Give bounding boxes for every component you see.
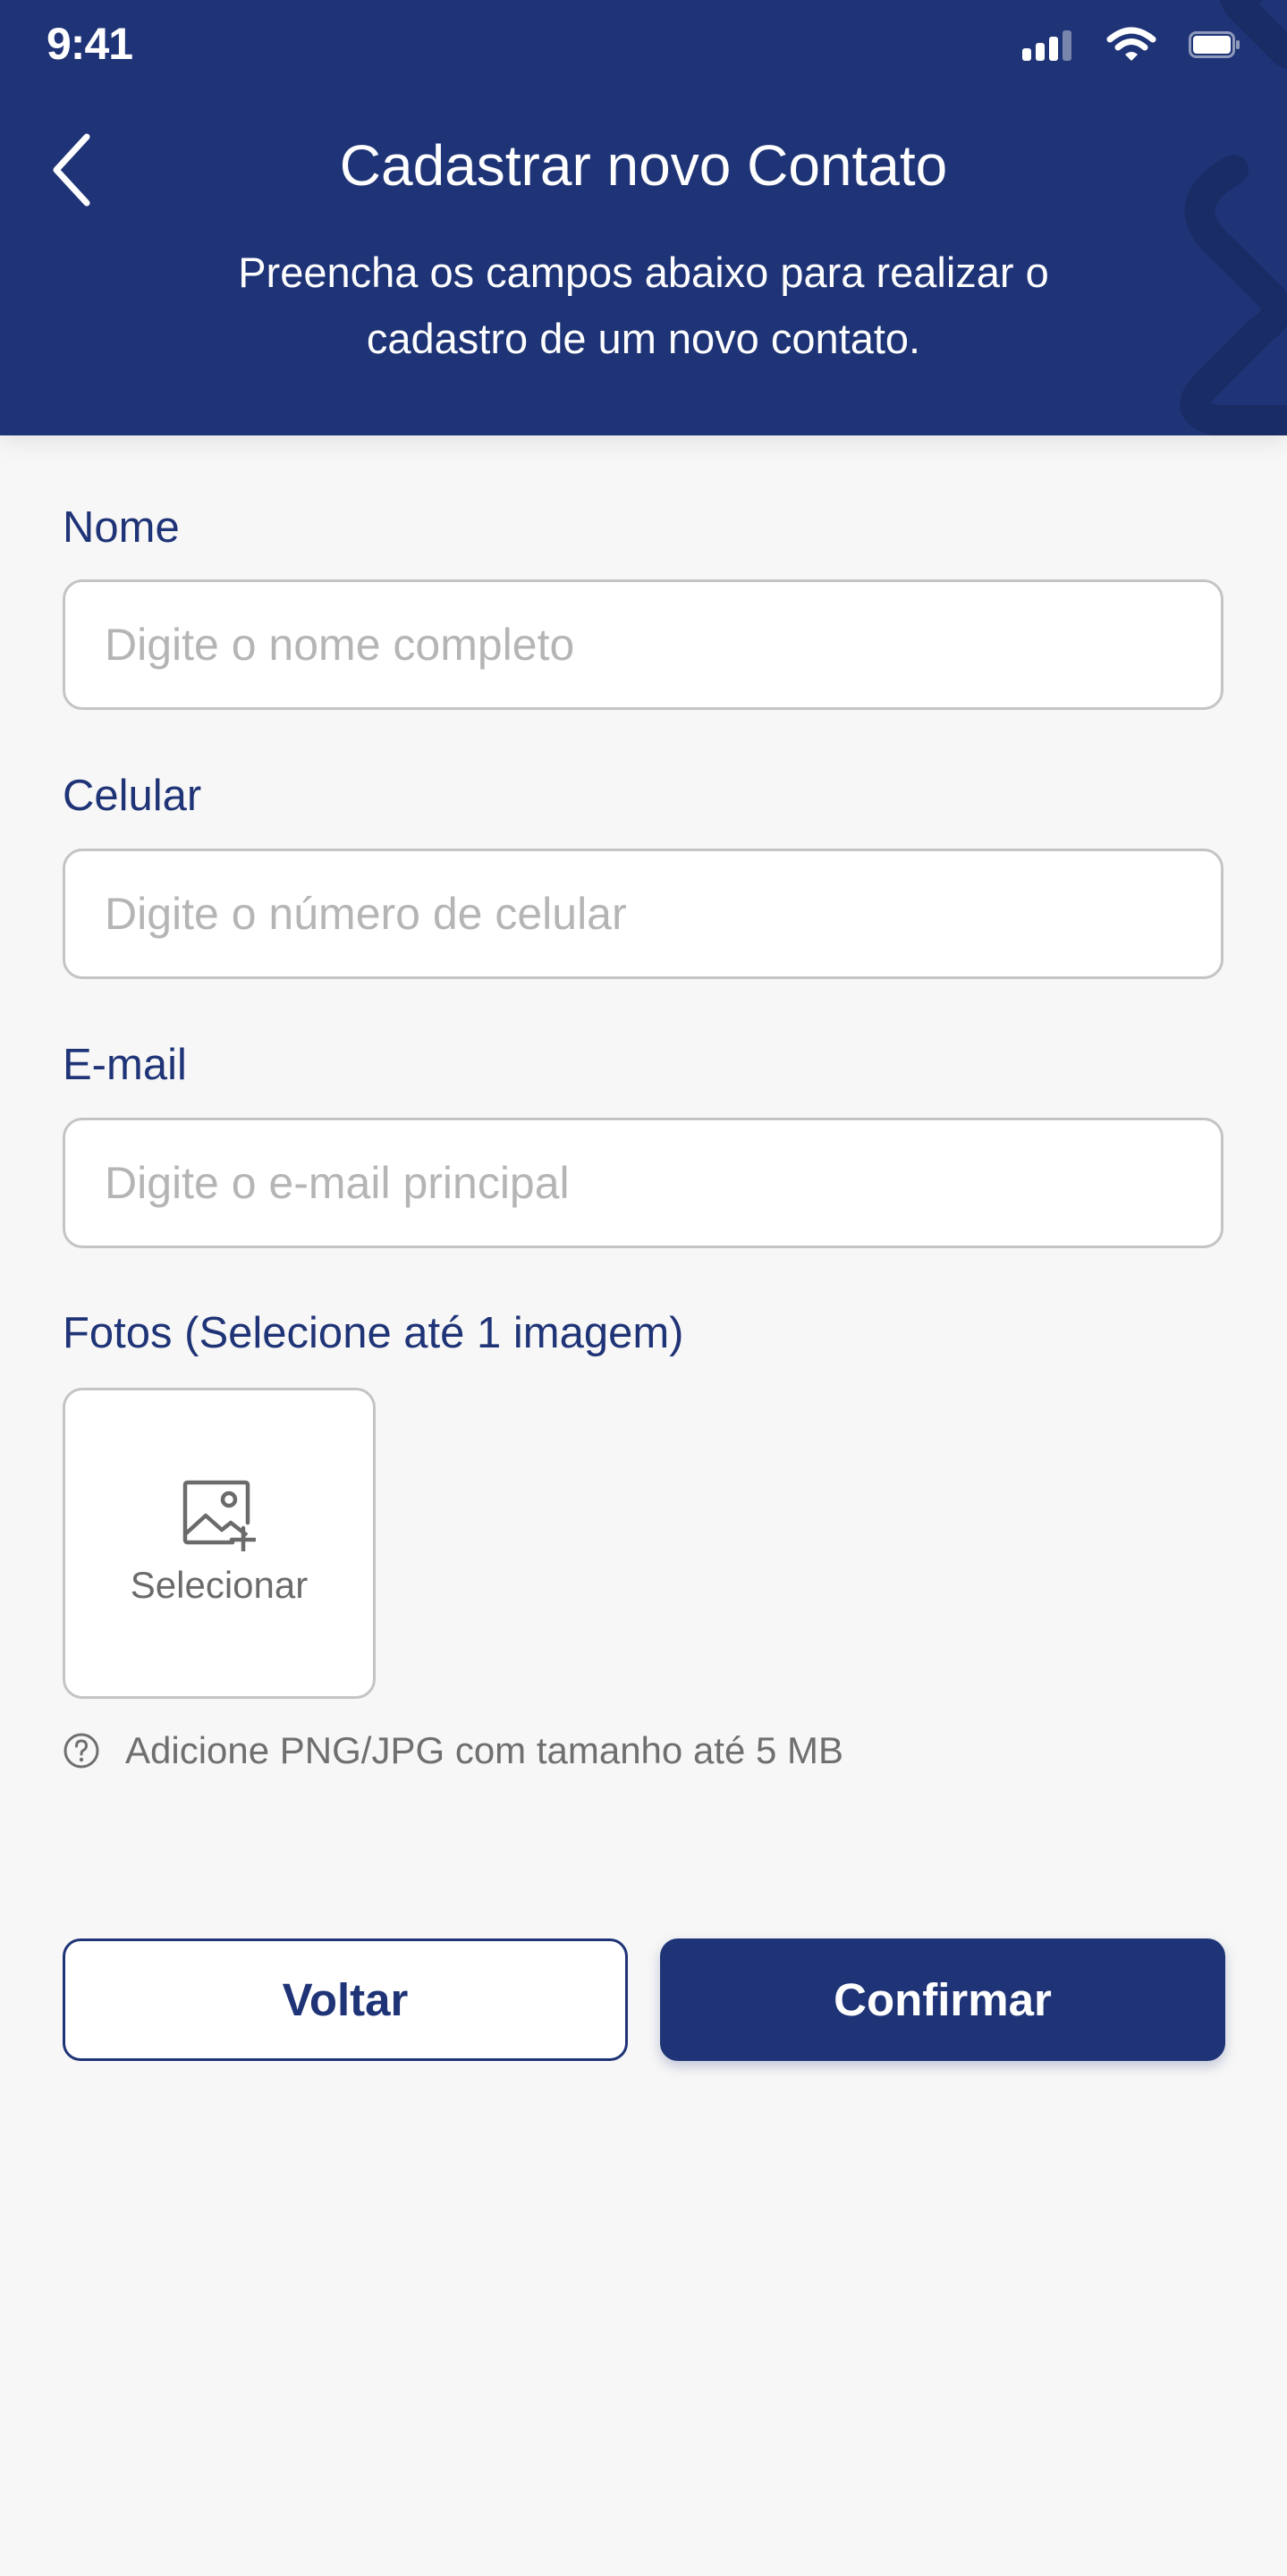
- question-circle-icon: [64, 1733, 99, 1769]
- page-subtitle: Preencha os campos abaixo para realizar …: [238, 249, 1049, 362]
- status-icons: [1022, 27, 1240, 63]
- battery-icon: [1189, 31, 1240, 58]
- register-contact-screen: 9:41 Cadastrar novo Contato Preencha os …: [0, 0, 1287, 2576]
- add-image-icon: [182, 1480, 256, 1551]
- select-photo-label: Selecionar: [130, 1564, 309, 1606]
- name-label: Nome: [63, 503, 180, 552]
- email-label: E-mail: [63, 1041, 187, 1089]
- photo-hint-text: Adicione PNG/JPG com tamanho até 5 MB: [125, 1729, 844, 1771]
- email-input[interactable]: [63, 1118, 1223, 1248]
- photos-label: Fotos (Selecione até 1 imagem): [63, 1309, 684, 1357]
- header: 9:41 Cadastrar novo Contato Preencha os …: [0, 0, 1287, 435]
- page-title: Cadastrar novo Contato: [339, 133, 948, 198]
- signal-icon: [1022, 30, 1071, 61]
- confirmar-button[interactable]: Confirmar: [660, 1938, 1225, 2061]
- voltar-button[interactable]: Voltar: [63, 1938, 628, 2061]
- name-input[interactable]: [63, 579, 1223, 710]
- select-photo-button[interactable]: Selecionar: [63, 1388, 376, 1699]
- phone-label: Celular: [63, 772, 202, 820]
- status-time: 9:41: [47, 19, 133, 69]
- status-bar: 9:41: [0, 0, 1287, 89]
- phone-input[interactable]: [63, 849, 1223, 979]
- photo-hint: Adicione PNG/JPG com tamanho até 5 MB: [63, 1729, 843, 1772]
- wifi-icon: [1106, 27, 1156, 61]
